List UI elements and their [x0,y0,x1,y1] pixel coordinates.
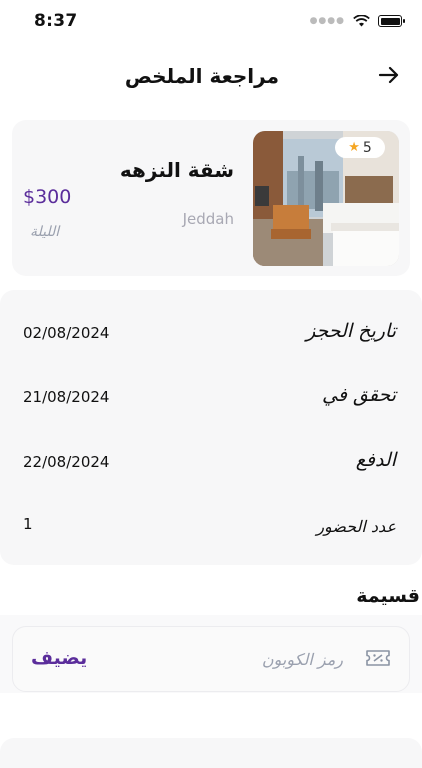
status-icons: ●●●● [309,15,405,27]
per-night-label: الليلة [30,224,60,240]
coupon-ticket-icon [366,650,390,666]
detail-label: عدد الحضور [316,517,396,536]
add-coupon-button[interactable]: يضيف [31,647,87,669]
coupon-section-title: قسيمة [356,585,420,607]
hotel-image: ★ 5 [253,131,399,266]
coupon-placeholder: رمز الكوبون [261,650,343,669]
status-time: 8:37 [34,11,78,31]
detail-value: 22/08/2024 [23,453,110,471]
rating-value: 5 [362,139,372,156]
hotel-name: شقة النزهه [119,158,234,182]
detail-label: تحقق في [322,384,396,406]
star-icon: ★ [348,140,360,155]
hotel-card[interactable]: ★ 5 شقة النزهه $300 Jeddah الليلة [12,120,410,276]
bottom-panel [0,738,422,768]
rating-badge: ★ 5 [335,137,385,158]
detail-row-booking-date: 02/08/2024 تاريخ الحجز [0,312,422,352]
detail-row-payment: 22/08/2024 الدفع [0,441,422,481]
header: مراجعة الملخص [0,60,422,96]
detail-row-check-in: 21/08/2024 تحقق في [0,376,422,416]
battery-icon [378,15,405,27]
detail-row-guests: 1 عدد الحضور [0,503,422,543]
back-arrow-icon[interactable] [378,64,400,86]
wifi-icon [353,15,370,27]
status-bar: 8:37 ●●●● [0,0,422,44]
detail-value: 21/08/2024 [23,388,110,406]
detail-label: الدفع [355,449,396,471]
booking-details: 02/08/2024 تاريخ الحجز 21/08/2024 تحقق ف… [0,290,422,565]
detail-value: 02/08/2024 [23,324,110,342]
hotel-price: $300 [23,186,72,208]
coupon-input[interactable]: رمز الكوبون يضيف [12,626,410,692]
page-title: مراجعة الملخص [124,64,279,88]
hotel-city: Jeddah [182,210,234,228]
detail-label: تاريخ الحجز [306,320,396,342]
coupon-section: رمز الكوبون يضيف [0,615,422,693]
detail-value: 1 [23,515,33,533]
signal-icon: ●●●● [309,16,345,26]
